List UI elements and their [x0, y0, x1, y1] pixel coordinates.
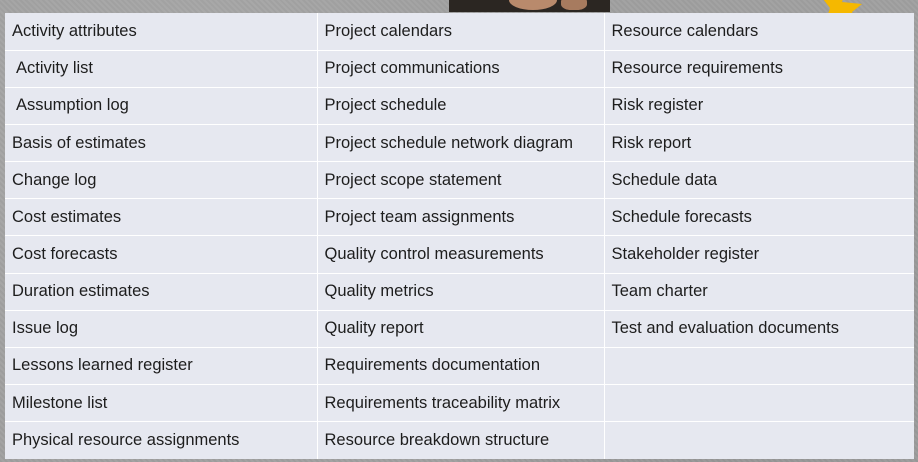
table-cell: Basis of estimates [5, 123, 317, 162]
table-cell: Project communications [316, 49, 604, 88]
table-cell: Cost forecasts [5, 235, 317, 274]
table-cell: Activity attributes [12, 21, 137, 40]
table-cell: Quality metrics [316, 272, 604, 311]
table-cell: Resource requirements [603, 49, 914, 88]
table-row: Duration estimates Quality metrics Team … [5, 272, 914, 311]
table-cell: Change log [5, 161, 317, 199]
table-cell: Project scope statement [316, 161, 604, 199]
table-row: Milestone list Requirements traceability… [5, 384, 914, 422]
table-cell: Resource calendars [603, 13, 914, 51]
table-row: Basis of estimates Project schedule netw… [5, 123, 914, 162]
webcam-video-thumbnail [449, 0, 610, 12]
presenter-face [509, 0, 557, 10]
table-cell: Requirements traceability matrix [316, 384, 604, 422]
table-cell: Project team assignments [316, 198, 604, 236]
table-row: Activity attributes Project calendars Re… [5, 13, 914, 51]
table-cell: Requirements documentation [316, 346, 604, 385]
table-cell: Project calendars [316, 13, 604, 51]
table-cell: Stakeholder register [603, 235, 914, 274]
table-cell: Risk report [603, 123, 914, 162]
table-cell: Quality report [316, 309, 604, 348]
table-cell: Issue log [5, 309, 317, 348]
table-cell: Cost estimates [5, 198, 317, 236]
table-cell [603, 346, 914, 385]
table-cell: Activity list [5, 49, 317, 88]
table-row: Cost forecasts Quality control measureme… [5, 235, 914, 274]
project-documents-table: Activity attributes Project calendars Re… [5, 13, 914, 459]
table-cell: Schedule forecasts [603, 198, 914, 236]
presenter-hand [561, 0, 587, 10]
table-cell: Test and evaluation documents [603, 309, 914, 348]
table-row: Activity list Project communications Res… [5, 49, 914, 88]
table-cell: Lessons learned register [5, 346, 317, 385]
table-row: Physical resource assignments Resource b… [5, 421, 914, 459]
table-cell: Assumption log [5, 86, 317, 125]
table-cell [603, 384, 914, 422]
table-cell: Project schedule network diagram [316, 123, 604, 162]
table-row: Change log Project scope statement Sched… [5, 161, 914, 199]
table-cell: Resource breakdown structure [316, 421, 604, 459]
table-row: Assumption log Project schedule Risk reg… [5, 86, 914, 125]
table-row: Issue log Quality report Test and evalua… [5, 309, 914, 348]
table-row: Lessons learned register Requirements do… [5, 346, 914, 385]
table-cell: Milestone list [5, 384, 317, 422]
table-row: Cost estimates Project team assignments … [5, 198, 914, 236]
table-cell: Schedule data [603, 161, 914, 199]
table-cell [603, 421, 914, 459]
table-cell: Duration estimates [5, 272, 317, 311]
table-cell: Quality control measurements [316, 235, 604, 274]
table-cell: Risk register [603, 86, 914, 125]
table-cell: Project schedule [316, 86, 604, 125]
table-cell: Physical resource assignments [5, 421, 317, 459]
table-cell: Team charter [603, 272, 914, 311]
